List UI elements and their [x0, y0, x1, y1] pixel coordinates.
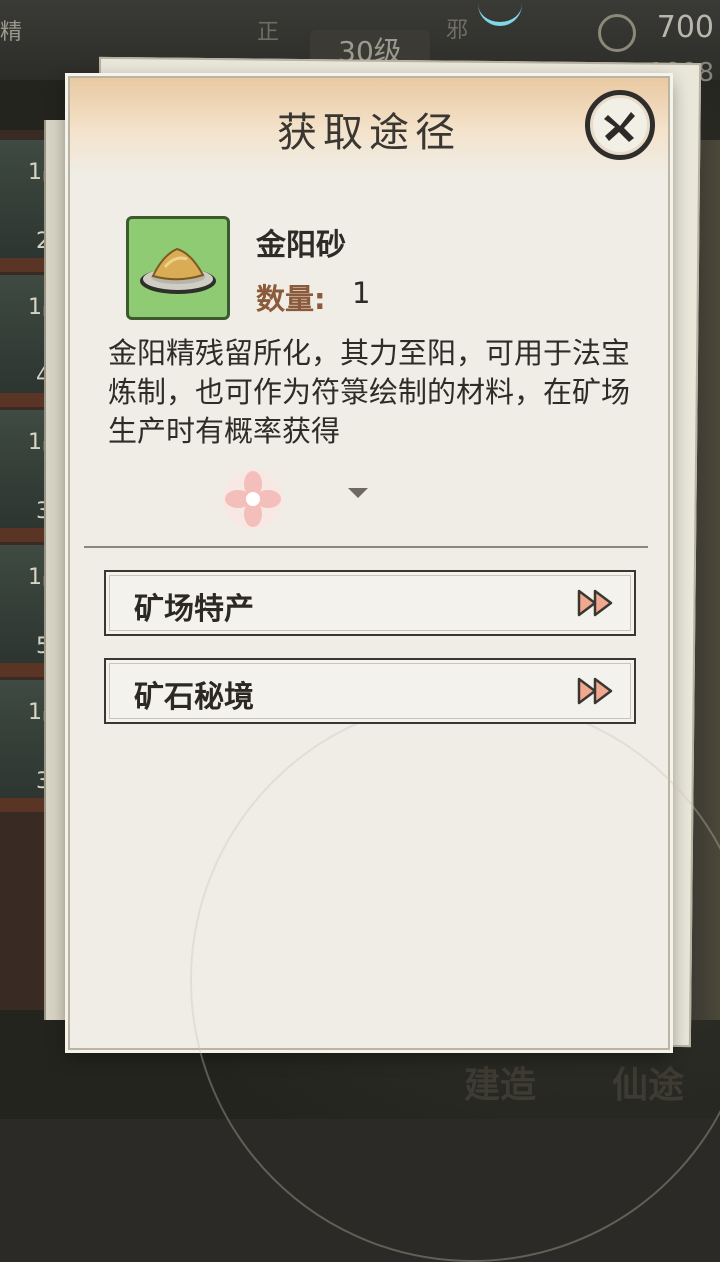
bottom-tabs: 建造 仙途	[440, 1050, 720, 1119]
item-name: 金阳砂	[256, 228, 346, 263]
mark-zheng: 正	[257, 20, 280, 45]
route-label: 矿场特产	[134, 592, 254, 627]
tab-path[interactable]: 仙途	[612, 1056, 684, 1108]
mark-xie: 邪	[446, 18, 469, 43]
quantity-value: 1	[352, 276, 371, 310]
quantity-label: 数量:	[256, 282, 326, 316]
dialog-decoration	[190, 698, 720, 1262]
tab-build[interactable]: 建造	[464, 1056, 536, 1108]
close-button[interactable]	[585, 90, 655, 160]
dialog-header: 获取途径	[70, 78, 668, 176]
top-left-text: 精	[0, 20, 23, 45]
divider	[84, 546, 648, 548]
route-label: 矿石秘境	[134, 680, 254, 715]
down-arrow-icon[interactable]	[348, 488, 368, 498]
double-arrow-icon	[577, 677, 613, 705]
resource-stat-1: 700	[656, 10, 714, 45]
acquire-route-dialog: 获取途径 金阳砂 数量: 1 金阳精残留所化，其力至阳，可用于法宝炼制，也可作为…	[68, 76, 720, 1262]
dialog-title: 获取途径	[277, 110, 461, 156]
double-arrow-icon	[577, 589, 613, 617]
item-description: 金阳精残留所化，其力至阳，可用于法宝炼制，也可作为符箓绘制的材料，在矿场生产时有…	[108, 336, 631, 448]
route-ore-realm-button[interactable]: 矿石秘境	[104, 658, 636, 724]
coin-icon	[598, 14, 636, 52]
close-icon	[604, 112, 635, 142]
gem-icon	[478, 0, 522, 26]
petal-icon	[223, 469, 283, 529]
route-mine-specialty-button[interactable]: 矿场特产	[104, 570, 636, 636]
gold-sand-item-icon	[126, 216, 230, 320]
